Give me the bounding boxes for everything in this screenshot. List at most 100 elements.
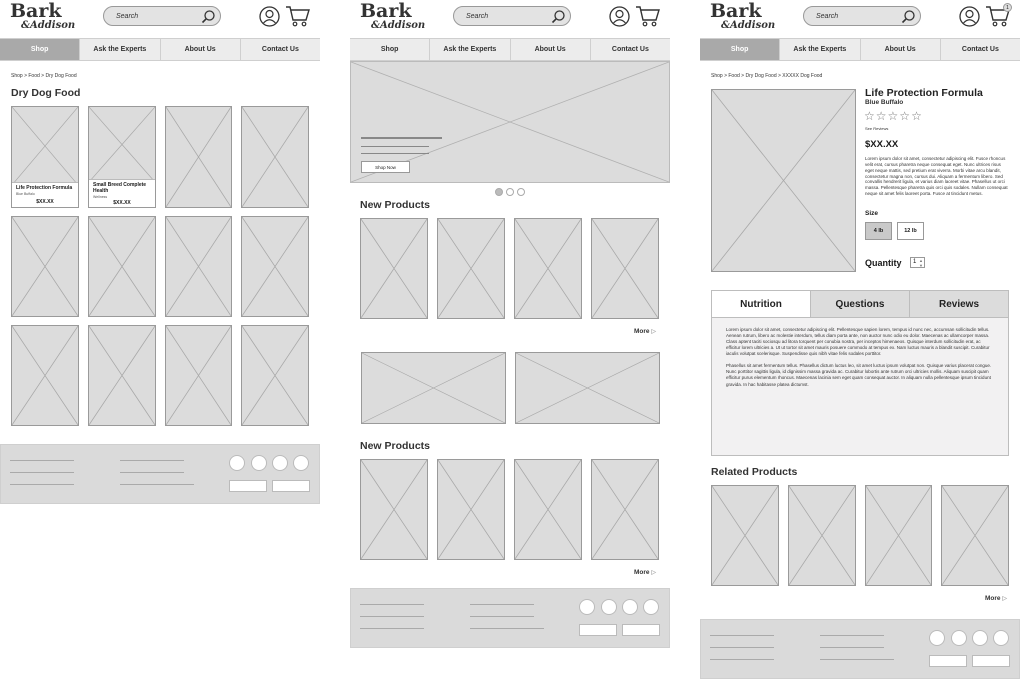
tab-reviews[interactable]: Reviews bbox=[910, 291, 1008, 317]
footer-button[interactable] bbox=[579, 624, 617, 636]
tab-questions[interactable]: Questions bbox=[811, 291, 910, 317]
search-icon[interactable] bbox=[201, 9, 216, 24]
footer-link-placeholder[interactable] bbox=[360, 604, 424, 605]
related-product-image[interactable] bbox=[711, 485, 779, 586]
quantity-stepper[interactable]: 1 ▲ ▼ bbox=[910, 257, 925, 268]
social-icon[interactable] bbox=[993, 630, 1009, 646]
breadcrumb[interactable]: Shop > Food > Dry Dog Food > XXXXX Dog F… bbox=[711, 73, 822, 79]
footer-link-placeholder[interactable] bbox=[360, 628, 424, 629]
footer-link-placeholder[interactable] bbox=[820, 647, 884, 648]
social-icon[interactable] bbox=[622, 599, 638, 615]
product-image-placeholder[interactable] bbox=[241, 106, 309, 208]
nav-contact-us[interactable]: Contact Us bbox=[241, 39, 320, 60]
tab-nutrition[interactable]: Nutrition bbox=[712, 291, 811, 317]
product-image-placeholder[interactable] bbox=[165, 106, 232, 208]
product-name[interactable]: Life Protection Formula bbox=[16, 185, 74, 192]
search-input[interactable]: Search bbox=[116, 13, 138, 20]
product-image-placeholder[interactable] bbox=[11, 325, 79, 426]
footer-button[interactable] bbox=[929, 655, 967, 667]
footer-link-placeholder[interactable] bbox=[10, 472, 74, 473]
product-main-image[interactable] bbox=[711, 89, 856, 272]
breadcrumb[interactable]: Shop > Food > Dry Dog Food bbox=[11, 73, 77, 79]
social-icon[interactable] bbox=[251, 455, 267, 471]
product-image-placeholder[interactable] bbox=[514, 459, 582, 560]
footer-link-placeholder[interactable] bbox=[470, 616, 534, 617]
user-account-icon[interactable] bbox=[259, 6, 280, 27]
see-reviews-link[interactable]: See Reviews bbox=[865, 126, 888, 131]
social-icon[interactable] bbox=[951, 630, 967, 646]
size-option-12lb[interactable]: 12 lb bbox=[897, 222, 924, 240]
product-image-placeholder[interactable] bbox=[360, 459, 428, 560]
shop-now-button[interactable]: Shop Now bbox=[361, 161, 410, 173]
promo-banner-placeholder[interactable] bbox=[361, 352, 506, 424]
brand-logo[interactable]: Bark &Addison bbox=[710, 2, 775, 34]
product-image-placeholder[interactable] bbox=[360, 218, 428, 319]
product-card[interactable]: Small Breed Complete Health Wellness $XX… bbox=[88, 106, 156, 208]
footer-link-placeholder[interactable] bbox=[820, 659, 894, 660]
star-rating[interactable]: ☆ ☆ ☆ ☆ ☆ bbox=[864, 110, 922, 122]
footer-link-placeholder[interactable] bbox=[120, 472, 184, 473]
social-icon[interactable] bbox=[643, 599, 659, 615]
related-product-image[interactable] bbox=[865, 485, 932, 586]
nav-shop[interactable]: Shop bbox=[700, 39, 781, 60]
footer-link-placeholder[interactable] bbox=[120, 484, 194, 485]
search-input[interactable]: Search bbox=[816, 13, 838, 20]
search-icon[interactable] bbox=[901, 9, 916, 24]
brand-logo[interactable]: Bark &Addison bbox=[10, 2, 75, 34]
related-product-image[interactable] bbox=[941, 485, 1009, 586]
more-link[interactable]: More ▷ bbox=[634, 569, 656, 576]
nav-about-us[interactable]: About Us bbox=[161, 39, 241, 60]
nav-contact-us[interactable]: Contact Us bbox=[591, 39, 670, 60]
product-brand[interactable]: Blue Buffalo bbox=[865, 99, 903, 106]
related-product-image[interactable] bbox=[788, 485, 856, 586]
nav-about-us[interactable]: About Us bbox=[861, 39, 941, 60]
footer-link-placeholder[interactable] bbox=[10, 460, 74, 461]
nav-ask-the-experts[interactable]: Ask the Experts bbox=[780, 39, 861, 60]
promo-banner-placeholder[interactable] bbox=[515, 352, 660, 424]
footer-link-placeholder[interactable] bbox=[710, 659, 774, 660]
more-link[interactable]: More ▷ bbox=[985, 595, 1007, 602]
product-card[interactable]: Life Protection Formula Blue Buffalo $XX… bbox=[11, 106, 79, 208]
user-account-icon[interactable] bbox=[609, 6, 630, 27]
nav-about-us[interactable]: About Us bbox=[511, 39, 591, 60]
cart-icon[interactable] bbox=[635, 5, 660, 27]
nav-shop[interactable]: Shop bbox=[0, 39, 81, 60]
product-image-placeholder[interactable] bbox=[241, 216, 309, 317]
footer-link-placeholder[interactable] bbox=[10, 484, 74, 485]
social-icon[interactable] bbox=[579, 599, 595, 615]
footer-button[interactable] bbox=[972, 655, 1010, 667]
nav-contact-us[interactable]: Contact Us bbox=[941, 39, 1020, 60]
product-image-placeholder[interactable] bbox=[514, 218, 582, 319]
search-bar[interactable]: Search bbox=[803, 6, 921, 26]
search-bar[interactable]: Search bbox=[453, 6, 571, 26]
footer-link-placeholder[interactable] bbox=[120, 460, 184, 461]
product-image-placeholder[interactable] bbox=[88, 325, 156, 426]
footer-link-placeholder[interactable] bbox=[470, 604, 534, 605]
social-icon[interactable] bbox=[272, 455, 288, 471]
footer-button[interactable] bbox=[229, 480, 267, 492]
footer-button[interactable] bbox=[622, 624, 660, 636]
footer-link-placeholder[interactable] bbox=[470, 628, 544, 629]
hero-banner[interactable]: Shop Now bbox=[350, 61, 670, 183]
product-image-placeholder[interactable] bbox=[88, 216, 156, 317]
product-name[interactable]: Small Breed Complete Health bbox=[93, 182, 151, 195]
more-link[interactable]: More ▷ bbox=[634, 328, 656, 335]
stepper-arrows-icon[interactable]: ▲ ▼ bbox=[919, 258, 923, 268]
brand-logo[interactable]: Bark &Addison bbox=[360, 2, 425, 34]
product-image-placeholder[interactable] bbox=[591, 459, 659, 560]
product-image-placeholder[interactable] bbox=[241, 325, 309, 426]
footer-link-placeholder[interactable] bbox=[710, 635, 774, 636]
footer-button[interactable] bbox=[272, 480, 310, 492]
social-icon[interactable] bbox=[972, 630, 988, 646]
product-image-placeholder[interactable] bbox=[165, 216, 232, 317]
product-image-placeholder[interactable] bbox=[591, 218, 659, 319]
product-image-placeholder[interactable] bbox=[165, 325, 232, 426]
nav-shop[interactable]: Shop bbox=[350, 39, 431, 60]
search-bar[interactable]: Search bbox=[103, 6, 221, 26]
carousel-dot[interactable] bbox=[517, 188, 525, 196]
nav-ask-the-experts[interactable]: Ask the Experts bbox=[430, 39, 511, 60]
product-image-placeholder[interactable] bbox=[437, 218, 505, 319]
social-icon[interactable] bbox=[293, 455, 309, 471]
size-option-4lb[interactable]: 4 lb bbox=[865, 222, 892, 240]
social-icon[interactable] bbox=[929, 630, 945, 646]
